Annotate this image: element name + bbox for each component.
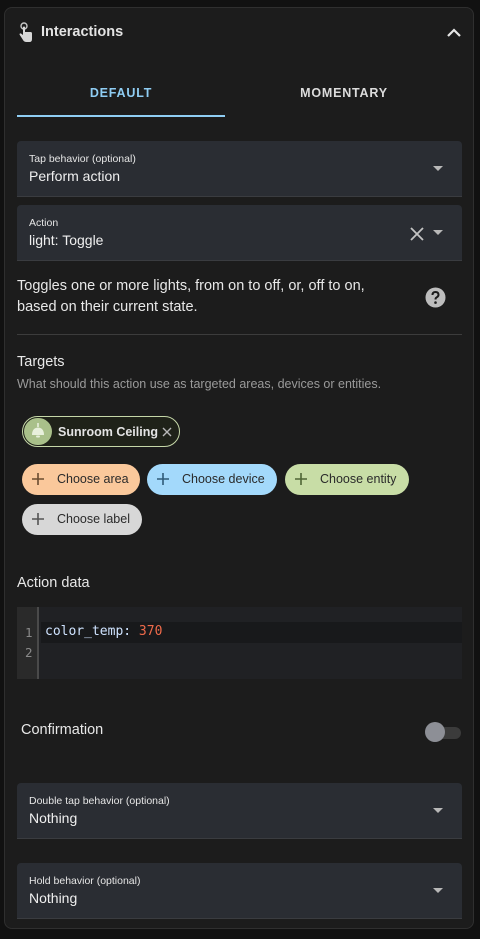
clear-icon[interactable] <box>409 226 425 242</box>
toggle-thumb <box>425 722 445 742</box>
dropdown-arrow-icon <box>433 230 443 235</box>
plus-icon <box>157 473 169 485</box>
chevron-up-icon[interactable] <box>445 24 463 42</box>
yaml-code-editor[interactable]: 1 2 color_temp: 370 <box>17 607 462 679</box>
action-description: Toggles one or more lights, from on to o… <box>17 278 365 315</box>
action-select[interactable]: Action light: Toggle <box>17 205 462 261</box>
hold-behavior-value: Nothing <box>29 890 78 906</box>
tap-behavior-select[interactable]: Tap behavior (optional) Perform action <box>17 141 462 197</box>
targets-heading: Targets <box>17 354 65 370</box>
targets-description: What should this action use as targeted … <box>17 377 382 391</box>
yaml-key: color_temp: <box>45 624 132 639</box>
tap-hand-icon <box>19 22 32 42</box>
code-line: color_temp: 370 <box>45 624 162 639</box>
confirmation-toggle[interactable] <box>425 721 463 743</box>
section-divider <box>17 334 462 335</box>
choose-entity-label: Choose entity <box>320 472 397 486</box>
double-tap-behavior-select[interactable]: Double tap behavior (optional) Nothing <box>17 783 462 839</box>
choose-area-button[interactable]: Choose area <box>22 464 140 495</box>
target-chip-sunroom-ceiling[interactable]: Sunroom Ceiling <box>22 416 180 447</box>
choose-label-label: Choose label <box>57 512 130 526</box>
dropdown-arrow-icon <box>433 808 443 813</box>
hold-behavior-select[interactable]: Hold behavior (optional) Nothing <box>17 863 462 919</box>
panel-title: Interactions <box>41 24 124 40</box>
action-value: light: Toggle <box>29 232 104 248</box>
dropdown-arrow-icon <box>433 166 443 171</box>
choose-device-label: Choose device <box>182 472 265 486</box>
target-chip-label: Sunroom Ceiling <box>58 425 158 439</box>
active-tab-indicator <box>17 115 225 117</box>
line-number: 1 <box>25 625 33 640</box>
line-number: 2 <box>25 645 33 660</box>
double-tap-behavior-value: Nothing <box>29 810 78 826</box>
confirmation-label: Confirmation <box>21 722 104 738</box>
choose-label-button[interactable]: Choose label <box>22 504 142 535</box>
action-data-heading: Action data <box>17 575 90 591</box>
yaml-value: 370 <box>138 624 163 639</box>
device-avatar <box>24 418 52 445</box>
help-icon[interactable] <box>425 287 446 308</box>
plus-icon <box>32 473 44 485</box>
choose-area-label: Choose area <box>57 472 129 486</box>
action-label: Action <box>29 217 59 229</box>
double-tap-behavior-label: Double tap behavior (optional) <box>29 795 170 807</box>
interactions-panel: Interactions DEFAULT MOMENTARY Tap behav… <box>4 7 474 929</box>
plus-icon <box>295 473 307 485</box>
choose-device-button[interactable]: Choose device <box>147 464 277 495</box>
tab-momentary[interactable]: MOMENTARY <box>240 74 448 116</box>
behavior-tabs: DEFAULT MOMENTARY <box>17 74 463 118</box>
dropdown-arrow-icon <box>433 888 443 893</box>
choose-entity-button[interactable]: Choose entity <box>285 464 409 495</box>
plus-icon <box>32 513 44 525</box>
hold-behavior-label: Hold behavior (optional) <box>29 875 141 887</box>
line-number-gutter: 1 2 <box>17 607 39 679</box>
tab-default[interactable]: DEFAULT <box>17 74 225 116</box>
remove-icon[interactable] <box>161 426 173 438</box>
tap-behavior-value: Perform action <box>29 168 121 184</box>
panel-header[interactable]: Interactions <box>17 18 463 48</box>
ceiling-light-icon <box>32 423 44 438</box>
tap-behavior-label: Tap behavior (optional) <box>29 153 136 165</box>
